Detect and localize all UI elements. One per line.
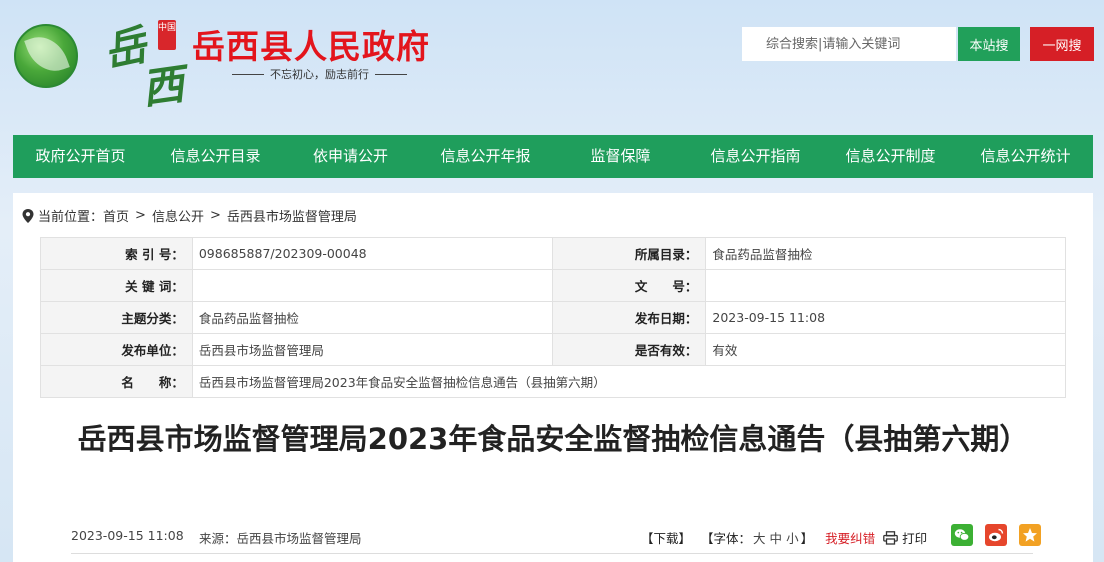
meta-value <box>191 269 553 302</box>
main-nav: 政府公开首页 信息公开目录 依申请公开 信息公开年报 监督保障 信息公开指南 信… <box>13 135 1093 178</box>
meta-value: 食品药品监督抽检 <box>705 237 1066 270</box>
slogan: 不忘初心，励志前行 <box>270 68 369 81</box>
meta-value <box>705 269 1066 302</box>
calligraphy-char-2: 西 <box>138 59 188 114</box>
download-link[interactable]: 【下载】 <box>641 528 691 547</box>
divider <box>71 553 1033 554</box>
nav-item-system[interactable]: 信息公开制度 <box>823 135 958 178</box>
meta-label: 名 称： <box>40 365 193 398</box>
meta-label: 索 引 号： <box>40 237 193 270</box>
article-title: 岳西县市场监督管理局2023年食品安全监督抽检信息通告（县抽第六期） <box>77 422 1029 456</box>
breadcrumb-separator: > <box>135 208 146 223</box>
nav-item-supervision[interactable]: 监督保障 <box>553 135 688 178</box>
report-error-link[interactable]: 我要纠错 <box>825 528 875 547</box>
article-source: 来源：岳西县市场监督管理局 <box>199 531 362 546</box>
search-input[interactable] <box>742 27 956 61</box>
slogan-line-right <box>375 73 407 75</box>
table-row: 主题分类： 食品药品监督抽检 发布日期： 2023-09-15 11:08 <box>40 301 1066 334</box>
meta-label: 是否有效： <box>551 333 707 366</box>
site-title[interactable]: 岳西县人民政府 <box>192 20 430 68</box>
favorite-star-icon[interactable] <box>1019 524 1041 546</box>
meta-value: 有效 <box>705 333 1066 366</box>
weibo-share-icon[interactable] <box>985 524 1007 546</box>
breadcrumb-prefix: 当前位置： <box>38 210 104 225</box>
nav-item-guide[interactable]: 信息公开指南 <box>688 135 823 178</box>
site-search-button[interactable]: 本站搜 <box>958 27 1020 61</box>
meta-value: 食品药品监督抽检 <box>191 301 553 334</box>
meta-label: 关 键 词： <box>40 269 193 302</box>
article-info-row: 2023-09-15 11:08 来源：岳西县市场监督管理局 【下载】 【字体：… <box>71 524 1041 552</box>
nav-item-annual-report[interactable]: 信息公开年报 <box>418 135 553 178</box>
printer-icon[interactable] <box>883 530 898 545</box>
content-panel: 当前位置： 首页 > 信息公开 > 岳西县市场监督管理局 索 引 号： 0986… <box>13 193 1093 562</box>
meta-label: 发布日期： <box>551 301 707 334</box>
font-medium-button[interactable]: 中 <box>770 528 783 547</box>
print-link[interactable]: 打印 <box>902 528 927 547</box>
nav-item-home[interactable]: 政府公开首页 <box>13 135 148 178</box>
table-row: 名 称： 岳西县市场监督管理局2023年食品安全监督抽检信息通告（县抽第六期） <box>40 365 1067 398</box>
meta-table: 索 引 号： 098685887/202309-00048 所属目录： 食品药品… <box>40 237 1067 398</box>
calligraphy-logo: 岳 西 <box>98 20 194 114</box>
breadcrumb-dept[interactable]: 岳西县市场监督管理局 <box>227 206 357 225</box>
font-large-button[interactable]: 大 <box>753 528 766 547</box>
meta-label: 所属目录： <box>551 237 707 270</box>
meta-label: 文 号： <box>551 269 707 302</box>
breadcrumb-home[interactable]: 首页 <box>103 206 129 225</box>
meta-value: 098685887/202309-00048 <box>191 237 553 270</box>
breadcrumb: 当前位置： 首页 > 信息公开 > 岳西县市场监督管理局 <box>21 206 357 225</box>
nav-item-request[interactable]: 依申请公开 <box>283 135 418 178</box>
seal-stamp: 中国 <box>158 20 176 50</box>
article-tools: 【下载】 【字体： 大 中 小 】 我要纠错 打印 <box>641 528 927 547</box>
meta-label: 发布单位： <box>40 333 193 366</box>
site-header: 岳 西 中国 岳西县人民政府 不忘初心，励志前行 本站搜 一网搜 <box>0 0 1104 135</box>
meta-label: 主题分类： <box>40 301 193 334</box>
web-search-button[interactable]: 一网搜 <box>1030 27 1094 61</box>
table-row: 关 键 词： 文 号： <box>40 269 1066 302</box>
font-size-label: 【字体： <box>701 531 752 546</box>
font-small-button[interactable]: 小 <box>786 528 799 547</box>
slogan-line-left <box>232 73 264 75</box>
table-row: 发布单位： 岳西县市场监督管理局 是否有效： 有效 <box>40 333 1066 366</box>
meta-value: 2023-09-15 11:08 <box>705 301 1066 334</box>
font-size-close: 】 <box>800 531 814 546</box>
location-pin-icon <box>22 208 34 223</box>
nav-item-catalog[interactable]: 信息公开目录 <box>148 135 283 178</box>
table-row: 索 引 号： 098685887/202309-00048 所属目录： 食品药品… <box>40 237 1066 270</box>
breadcrumb-separator: > <box>209 208 221 223</box>
nav-item-statistics[interactable]: 信息公开统计 <box>958 135 1093 178</box>
wechat-share-icon[interactable] <box>951 524 973 546</box>
meta-value: 岳西县市场监督管理局 <box>191 333 553 366</box>
article-date: 2023-09-15 11:08 <box>71 528 184 543</box>
breadcrumb-info[interactable]: 信息公开 <box>152 206 204 225</box>
slogan-row: 不忘初心，励志前行 <box>232 66 407 82</box>
meta-value: 岳西县市场监督管理局2023年食品安全监督抽检信息通告（县抽第六期） <box>191 365 1067 398</box>
